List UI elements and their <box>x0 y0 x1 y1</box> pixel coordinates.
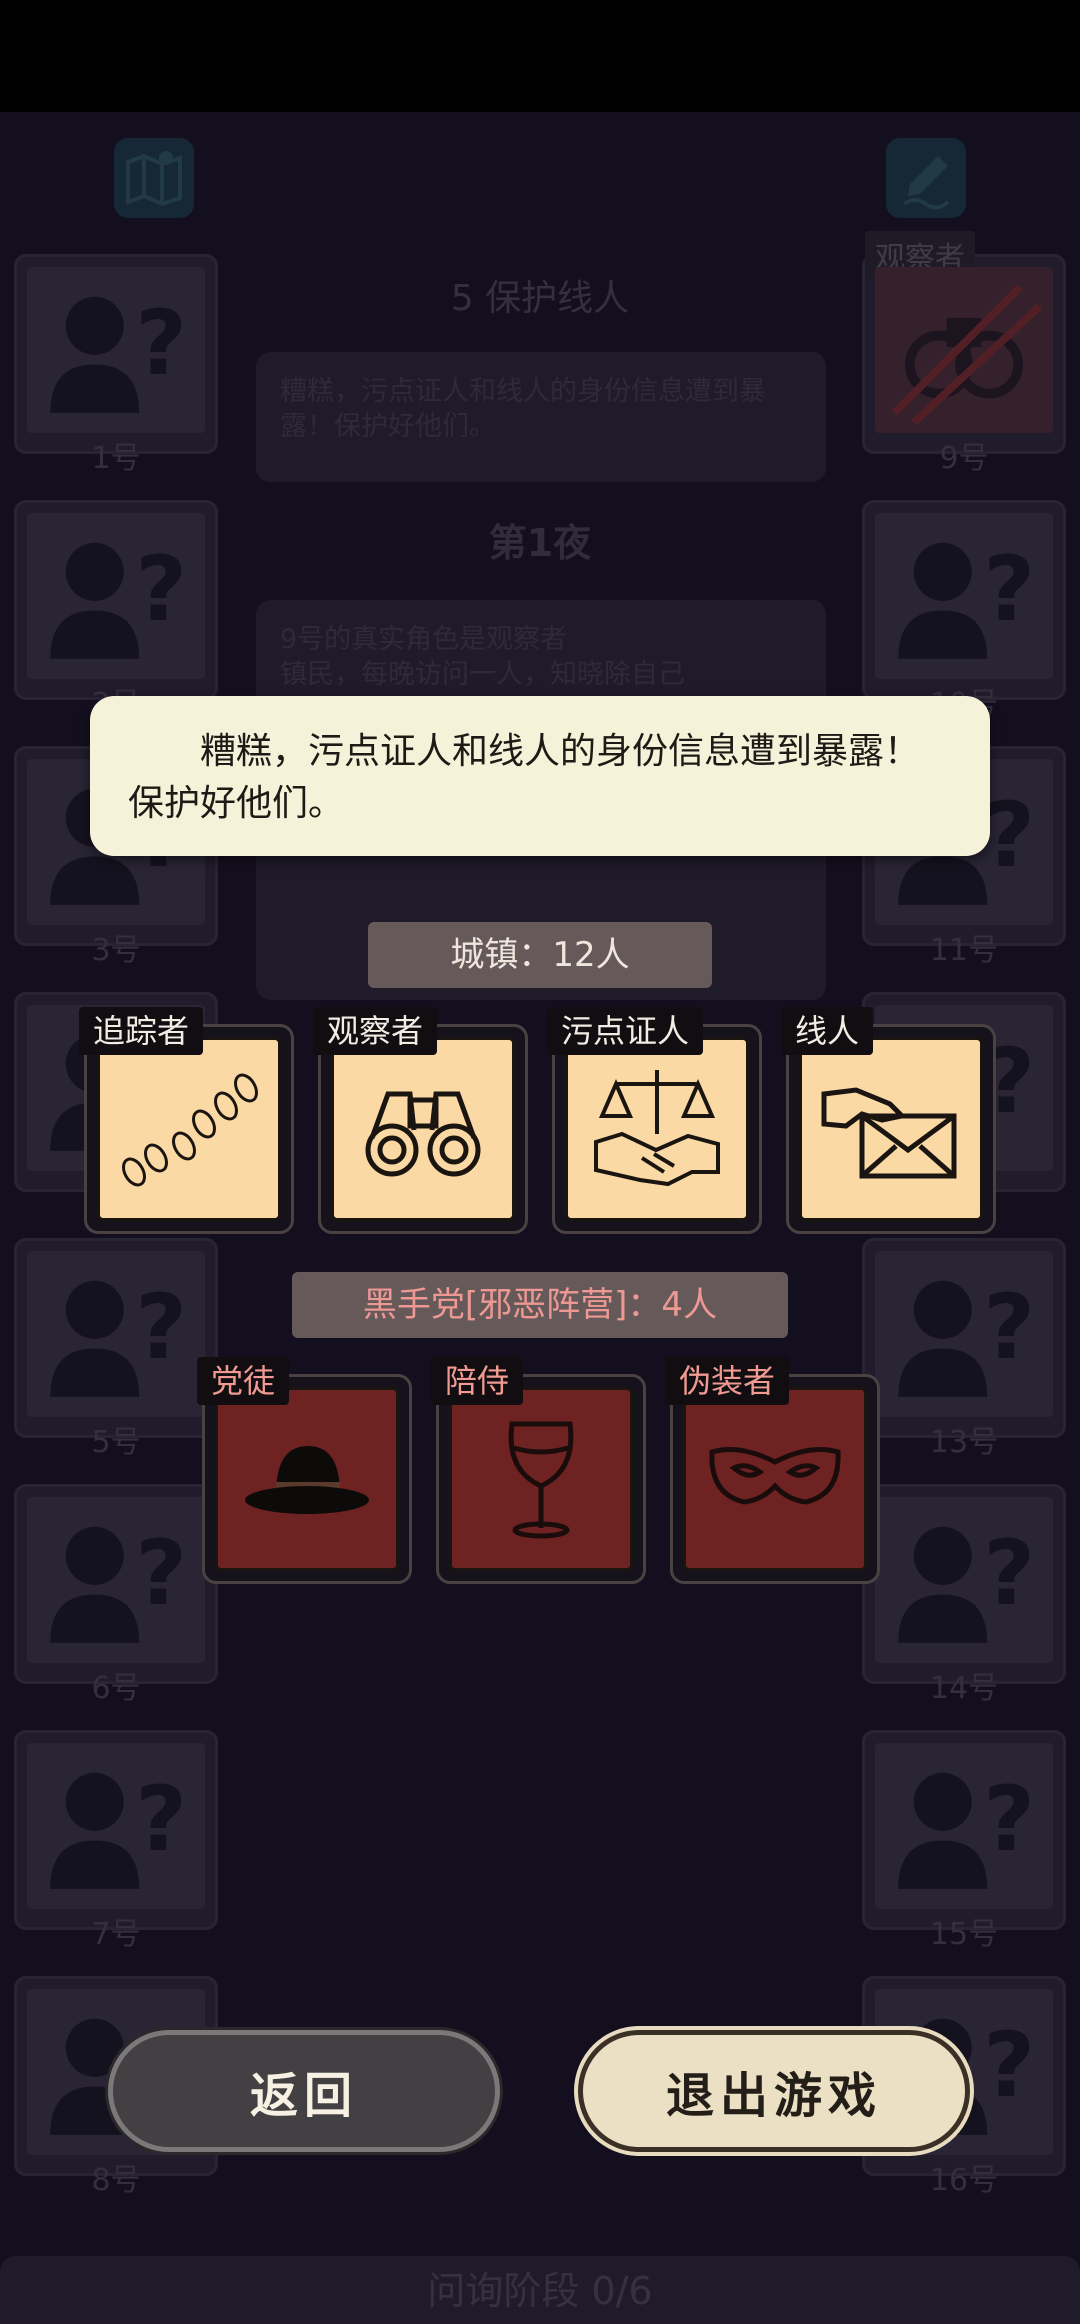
role-card-goon[interactable]: 党徒 <box>197 1357 412 1584</box>
envelope-hand-icon <box>821 1087 957 1179</box>
back-button[interactable]: 返回 <box>108 2030 500 2152</box>
role-name: 党徒 <box>197 1357 290 1405</box>
message-box: 糟糕，污点证人和线人的身份信息遭到暴露！保护好他们。 <box>90 696 990 856</box>
wine-glass-icon <box>508 1421 574 1539</box>
role-card-witness[interactable]: 污点证人 <box>547 1007 762 1234</box>
role-name: 陪侍 <box>431 1357 524 1405</box>
scales-handshake-icon <box>594 1070 720 1187</box>
role-card-disguiser[interactable]: 伪装者 <box>665 1357 880 1584</box>
footprints-icon <box>122 1073 258 1187</box>
evil-team-label: 黑手党[邪恶阵营]：4人 <box>292 1272 788 1338</box>
role-name: 伪装者 <box>665 1357 790 1405</box>
status-bar <box>0 0 1080 112</box>
game-screen: 5 保护线人 糟糕，污点证人和线人的身份信息遭到暴露！保护好他们。 第1夜 9号… <box>0 112 1080 2324</box>
masquerade-mask-icon <box>709 1447 841 1505</box>
role-card-informant[interactable]: 线人 <box>781 1007 996 1234</box>
role-card-observer[interactable]: 观察者 <box>313 1007 528 1234</box>
role-name: 线人 <box>781 1007 874 1055</box>
town-team-label: 城镇：12人 <box>368 922 712 988</box>
role-card-escort[interactable]: 陪侍 <box>431 1357 646 1584</box>
fedora-hat-icon <box>245 1446 369 1514</box>
role-name: 追踪者 <box>79 1007 204 1055</box>
role-name: 污点证人 <box>547 1007 704 1055</box>
role-card-tracker[interactable]: 追踪者 <box>79 1007 294 1234</box>
binoculars-icon <box>365 1091 481 1177</box>
exit-game-button[interactable]: 退出游戏 <box>578 2030 970 2152</box>
role-name: 观察者 <box>313 1007 438 1055</box>
